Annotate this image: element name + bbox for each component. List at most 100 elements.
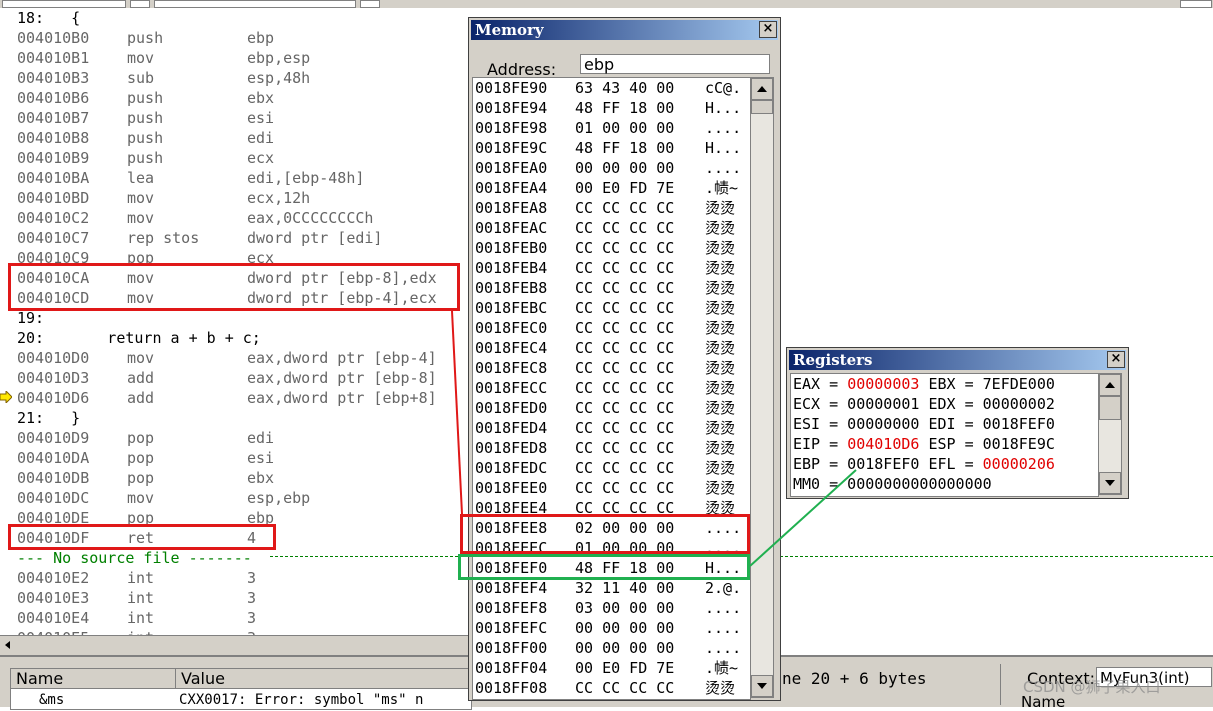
disasm-line[interactable]: 004010C2 mov eax,0CCCCCCCCh	[0, 208, 470, 228]
memory-row[interactable]: 0018FED8 CC CC CC CC 烫烫	[473, 438, 750, 458]
toolbar-combo-arrow[interactable]	[130, 0, 150, 8]
memory-row[interactable]: 0018FEDC CC CC CC CC 烫烫	[473, 458, 750, 478]
registers-grid[interactable]: EAX = 00000003 EBX = 7EFDE000 ECX = 00000…	[790, 373, 1099, 497]
source-line[interactable]: 18: {	[0, 8, 470, 28]
memory-bytes: CC CC CC CC	[575, 419, 675, 437]
disasm-line[interactable]: 004010E2 int 3	[0, 568, 470, 588]
memory-row[interactable]: 0018FEB8 CC CC CC CC 烫烫	[473, 278, 750, 298]
memory-row[interactable]: 0018FEA8 CC CC CC CC 烫烫	[473, 198, 750, 218]
watch-window[interactable]: Name Value &ms CXX0017: Error: symbol "m…	[10, 668, 472, 710]
disasm-line[interactable]: 004010B0 push ebp	[0, 28, 470, 48]
disasm-line[interactable]: 004010D6 add eax,dword ptr [ebp+8]	[0, 388, 470, 408]
disasm-line[interactable]: 004010D0 mov eax,dword ptr [ebp-4]	[0, 348, 470, 368]
register-row[interactable]: ESI = 00000000 EDI = 0018FEF0	[793, 414, 1055, 434]
memory-row[interactable]: 0018FED0 CC CC CC CC 烫烫	[473, 398, 750, 418]
disasm-line[interactable]: 004010D9 pop edi	[0, 428, 470, 448]
disasm-line[interactable]: 004010BD mov ecx,12h	[0, 188, 470, 208]
memory-row[interactable]: 0018FE98 01 00 00 00....	[473, 118, 750, 138]
disasm-line[interactable]: 004010B1 mov ebp,esp	[0, 48, 470, 68]
memory-row[interactable]: 0018FE90 63 43 40 00 cC@.	[473, 78, 750, 98]
memory-row[interactable]: 0018FEF4 32 11 40 00 2.@.	[473, 578, 750, 598]
register-row[interactable]: ECX = 00000001 EDX = 00000002	[793, 394, 1055, 414]
scroll-up-icon[interactable]	[751, 78, 773, 100]
address-input[interactable]: ebp	[580, 54, 770, 74]
memory-scrollbar[interactable]	[750, 77, 774, 698]
disasm-line[interactable]: 004010B3 sub esp,48h	[0, 68, 470, 88]
memory-bytes: CC CC CC CC	[575, 199, 675, 217]
watch-col-value[interactable]: Value	[176, 669, 471, 689]
registers-window[interactable]: Registers × EAX = 00000003 EBX = 7EFDE00…	[786, 347, 1129, 499]
scroll-left-icon[interactable]	[1, 638, 15, 652]
memory-title-bar[interactable]: Memory	[471, 20, 778, 40]
disasm-line[interactable]: 004010B7 push esi	[0, 108, 470, 128]
scroll-down-icon[interactable]	[751, 675, 773, 697]
disasm-line[interactable]: 004010BA lea edi,[ebp-48h]	[0, 168, 470, 188]
memory-row[interactable]: 0018FEA4 00 E0 FD 7E .帻~	[473, 178, 750, 198]
register-row[interactable]: EIP = 004010D6 ESP = 0018FE9C	[793, 434, 1055, 454]
registers-scroll-thumb[interactable]	[1099, 396, 1121, 420]
source-text: 20: return a + b + c;	[17, 329, 261, 347]
memory-row[interactable]: 0018FEC0 CC CC CC CC 烫烫	[473, 318, 750, 338]
memory-row[interactable]: 0018FEE0 CC CC CC CC 烫烫	[473, 478, 750, 498]
memory-close-icon[interactable]: ×	[759, 21, 777, 38]
toolbar-combo-right[interactable]	[154, 0, 356, 8]
memory-ascii: 烫烫	[705, 399, 736, 417]
memory-row[interactable]: 0018FF00 00 00 00 00....	[473, 638, 750, 658]
disasm-line[interactable]: 004010E4 int 3	[0, 608, 470, 628]
register-row[interactable]: EBP = 0018FEF0 EFL = 00000206	[793, 454, 1055, 474]
memory-bytes: 48 FF 18 00	[575, 99, 675, 117]
toolbar-combo-arrow-2[interactable]	[360, 0, 380, 8]
disasm-operand: eax,dword ptr [ebp+8]	[247, 389, 437, 407]
memory-row[interactable]: 0018FEAC CC CC CC CC 烫烫	[473, 218, 750, 238]
registers-title-bar[interactable]: Registers	[789, 350, 1126, 370]
source-line[interactable]: 19:	[0, 308, 470, 328]
watch-col-name[interactable]: Name	[11, 669, 176, 689]
register-text: ESI = 00000000 EDI = 0018FEF0	[793, 415, 1055, 433]
disasm-line[interactable]: 004010DB pop ebx	[0, 468, 470, 488]
watch-row-name[interactable]: &ms	[39, 690, 64, 709]
memory-row[interactable]: 0018FEF8 03 00 00 00....	[473, 598, 750, 618]
disasm-mnemonic: mov	[127, 209, 155, 227]
disasm-mnemonic: add	[127, 389, 155, 407]
disasm-address: 004010B8	[17, 129, 90, 147]
memory-row[interactable]: 0018FEBC CC CC CC CC 烫烫	[473, 298, 750, 318]
source-line[interactable]: 21: }	[0, 408, 470, 428]
memory-row[interactable]: 0018FE94 48 FF 18 00 H...	[473, 98, 750, 118]
memory-address: 0018FEC8	[475, 359, 548, 377]
memory-address: 0018FEA8	[475, 199, 548, 217]
no-source-label[interactable]: --- No source file -------	[0, 548, 470, 568]
registers-close-icon[interactable]: ×	[1107, 351, 1125, 368]
memory-grid[interactable]: 0018FE90 63 43 40 00 cC@. 0018FE94 48 FF 18 …	[472, 77, 751, 700]
disasm-line[interactable]: 004010E3 int 3	[0, 588, 470, 608]
disasm-line[interactable]: 004010DC mov esp,ebp	[0, 488, 470, 508]
memory-row[interactable]: 0018FECC CC CC CC CC 烫烫	[473, 378, 750, 398]
memory-row[interactable]: 0018FEFC 00 00 00 00....	[473, 618, 750, 638]
memory-row[interactable]: 0018FEB4 CC CC CC CC 烫烫	[473, 258, 750, 278]
disasm-line[interactable]: 004010B6 push ebx	[0, 88, 470, 108]
register-row[interactable]: EAX = 00000003 EBX = 7EFDE000	[793, 374, 1055, 394]
reg-scroll-down-icon[interactable]	[1099, 472, 1121, 494]
toolbar-combo-far[interactable]	[1180, 0, 1212, 8]
disasm-line[interactable]: 004010B9 push ecx	[0, 148, 470, 168]
disasm-line[interactable]: 004010C7 rep stos dword ptr [edi]	[0, 228, 470, 248]
disasm-line[interactable]: 004010DA pop esi	[0, 448, 470, 468]
source-line[interactable]: 20: return a + b + c;	[0, 328, 470, 348]
memory-window[interactable]: Memory × Address: ebp 0018FE90 63 43 40 0…	[468, 17, 781, 701]
memory-row[interactable]: 0018FEC8 CC CC CC CC 烫烫	[473, 358, 750, 378]
memory-row[interactable]: 0018FF08 CC CC CC CC 烫烫	[473, 678, 750, 698]
memory-row[interactable]: 0018FEA0 00 00 00 00....	[473, 158, 750, 178]
memory-row[interactable]: 0018FF04 00 E0 FD 7E .帻~	[473, 658, 750, 678]
memory-row[interactable]: 0018FED4 CC CC CC CC 烫烫	[473, 418, 750, 438]
registers-scrollbar[interactable]	[1098, 373, 1122, 495]
toolbar-combo-left[interactable]	[2, 0, 126, 8]
disasm-line[interactable]: 004010D3 add eax,dword ptr [ebp-8]	[0, 368, 470, 388]
memory-row[interactable]: 0018FE9C 48 FF 18 00 H...	[473, 138, 750, 158]
register-row[interactable]: MM0 = 0000000000000000	[793, 474, 992, 494]
disasm-line[interactable]: 004010B8 push edi	[0, 128, 470, 148]
memory-address: 0018FEF8	[475, 599, 548, 617]
memory-row[interactable]: 0018FEC4 CC CC CC CC 烫烫	[473, 338, 750, 358]
memory-row[interactable]: 0018FEB0 CC CC CC CC 烫烫	[473, 238, 750, 258]
reg-scroll-up-icon[interactable]	[1099, 374, 1121, 396]
memory-scroll-thumb[interactable]	[751, 100, 773, 114]
disassembly-hscrollbar[interactable]	[0, 635, 475, 655]
